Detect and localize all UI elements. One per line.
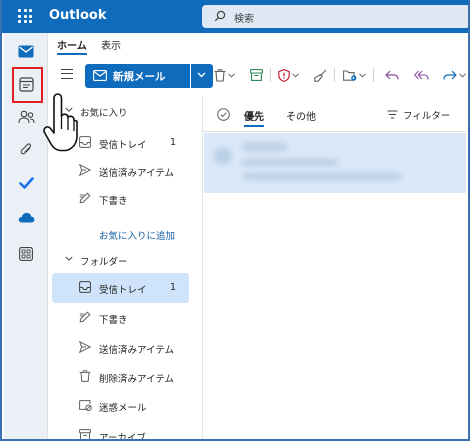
report-button[interactable]: [278, 66, 299, 84]
favorite-item-drafts[interactable]: 下書き: [49, 184, 197, 214]
folder-item-label: アーカイブ: [99, 433, 146, 441]
folder-item-label: 迷惑メール: [99, 403, 147, 414]
tab-home[interactable]: ホーム: [57, 37, 87, 55]
top-bar: Outlook 検索: [2, 0, 468, 33]
archive-icon: [250, 69, 263, 81]
draft-icon: [79, 311, 91, 323]
hamburger-menu-icon[interactable]: [61, 69, 73, 79]
reply-all-icon: [414, 70, 429, 80]
chevron-down-icon: [459, 72, 466, 78]
forward-button[interactable]: [443, 66, 466, 84]
tab-other[interactable]: その他: [286, 108, 316, 123]
favorite-item-label: 受信トレイ: [99, 140, 147, 151]
app-launcher-icon[interactable]: [17, 8, 33, 24]
calendar-highlight-box: [12, 67, 43, 103]
sweep-button[interactable]: [314, 66, 327, 84]
folder-item-label: 削除済みアイテム: [99, 374, 175, 385]
folder-item-sent[interactable]: 送信済みアイテム: [49, 333, 197, 363]
search-box[interactable]: 検索: [202, 5, 468, 28]
folder-item-drafts[interactable]: 下書き: [49, 303, 197, 333]
people-app-icon[interactable]: [12, 103, 40, 131]
reply-icon: [385, 70, 399, 80]
message-row-blurred[interactable]: [204, 133, 466, 193]
folder-item-junk[interactable]: 迷惑メール: [49, 391, 197, 421]
filter-label: フィルター: [403, 111, 451, 122]
reply-all-button[interactable]: [414, 66, 429, 84]
trash-icon: [214, 68, 226, 82]
favorite-item-label: 送信済みアイテム: [99, 168, 175, 179]
select-all-circle-icon[interactable]: [217, 108, 230, 121]
favorites-header-label: お気に入り: [80, 108, 128, 119]
onedrive-cloud-icon[interactable]: [12, 203, 40, 231]
chevron-down-icon[interactable]: [197, 72, 206, 78]
search-placeholder: 検索: [234, 14, 254, 25]
unread-count: 1: [170, 282, 177, 293]
new-mail-label: 新規メール: [113, 71, 166, 83]
send-icon: [79, 341, 91, 353]
folder-move-icon: [343, 70, 357, 81]
app-title: Outlook: [49, 8, 107, 23]
unread-count: 1: [170, 137, 177, 148]
archive-icon: [79, 429, 91, 439]
reply-button[interactable]: [385, 66, 399, 84]
folder-item-archive[interactable]: アーカイブ: [49, 421, 197, 441]
inbox-icon: [79, 281, 91, 293]
folder-item-label: 下書き: [99, 315, 128, 326]
chevron-down-icon: [359, 72, 366, 78]
move-to-button[interactable]: [343, 66, 366, 84]
forward-icon: [443, 70, 457, 80]
attachment-icon[interactable]: [12, 136, 40, 164]
ribbon-toolbar: 新規メール: [52, 60, 468, 90]
send-icon: [79, 164, 91, 176]
chevron-down-icon: [228, 72, 235, 78]
folder-item-label: 受信トレイ: [99, 285, 147, 296]
folder-item-label: 送信済みアイテム: [99, 345, 175, 356]
delete-button[interactable]: [214, 66, 235, 84]
junk-icon: [79, 400, 92, 411]
outlook-window: Outlook 検索 ホーム 表示 新規メール お気に入り 受信トレイ 1 送信…: [0, 0, 470, 441]
tab-focused[interactable]: 優先: [244, 108, 264, 127]
favorite-item-sent[interactable]: 送信済みアイテム: [49, 156, 197, 186]
hand-pointer-icon: [43, 93, 78, 152]
todo-check-icon[interactable]: [12, 169, 40, 197]
inbox-icon: [79, 136, 91, 148]
trash-icon: [79, 370, 91, 382]
new-mail-button[interactable]: 新規メール: [85, 64, 213, 88]
archive-button[interactable]: [250, 66, 263, 84]
message-list: 優先 その他 フィルター: [202, 96, 467, 439]
envelope-icon: [93, 70, 107, 81]
filter-icon: [387, 110, 398, 119]
folders-header-label: フォルダー: [80, 257, 128, 268]
broom-icon: [314, 69, 327, 82]
folder-item-inbox[interactable]: 受信トレイ 1: [52, 273, 189, 303]
folder-item-deleted[interactable]: 削除済みアイテム: [49, 362, 197, 392]
draft-icon: [79, 192, 91, 204]
chevron-down-icon: [65, 256, 73, 261]
favorite-item-label: 下書き: [99, 196, 128, 207]
mail-app-icon[interactable]: [12, 37, 40, 65]
search-icon: [214, 10, 226, 22]
tab-view[interactable]: 表示: [101, 37, 121, 52]
add-to-favorites-link[interactable]: お気に入りに追加: [99, 228, 175, 242]
shield-warning-icon: [278, 68, 290, 82]
apps-grid-icon[interactable]: [12, 240, 40, 268]
message-list-tabs: 優先 その他 フィルター: [203, 96, 467, 132]
chevron-down-icon: [292, 72, 299, 78]
